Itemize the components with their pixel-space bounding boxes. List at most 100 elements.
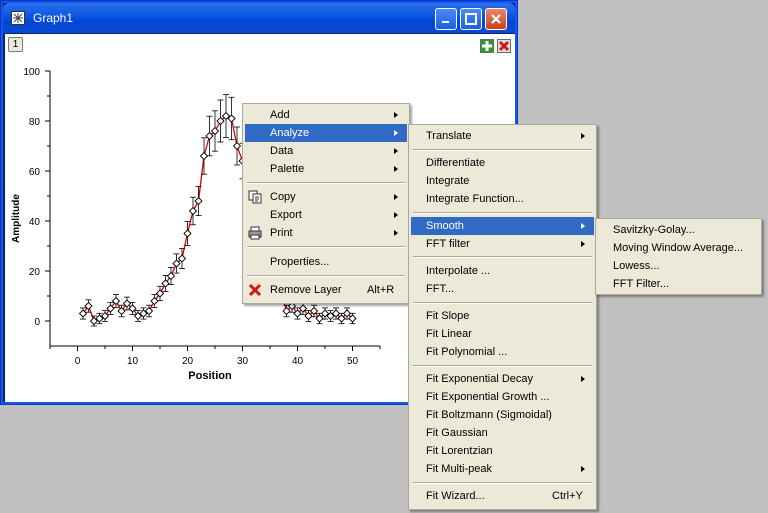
- menu-item-translate[interactable]: Translate: [411, 127, 594, 145]
- menu-item-export[interactable]: Export: [245, 206, 407, 224]
- red-x-icon: [248, 283, 262, 297]
- copy-icon: [248, 190, 262, 204]
- menu-item-fit-gaussian[interactable]: Fit Gaussian: [411, 424, 594, 442]
- menu-item-label: FFT...: [426, 283, 455, 295]
- x-axis-title: Position: [188, 370, 232, 382]
- menu-item-fit-wizard[interactable]: Fit Wizard... Ctrl+Y: [411, 487, 594, 505]
- data-point: [199, 151, 209, 161]
- menu-item-fit-lorentzian[interactable]: Fit Lorentzian: [411, 442, 594, 460]
- context-menu: Add Analyze Data Palette Copy Export Pri…: [242, 103, 410, 304]
- submenu-arrow-icon: [581, 223, 585, 229]
- x-tick-label: 40: [292, 356, 304, 367]
- menu-item-label: Fit Slope: [426, 310, 470, 322]
- close-button[interactable]: [485, 8, 507, 30]
- menu-item-data[interactable]: Data: [245, 142, 407, 160]
- submenu-arrow-icon: [394, 148, 398, 154]
- menu-separator: [247, 275, 405, 277]
- graph-app-icon: [11, 11, 25, 25]
- menu-item-label: Copy: [270, 191, 296, 203]
- menu-separator: [247, 182, 405, 184]
- menu-item-label: Differentiate: [426, 157, 486, 169]
- x-tick-label: 0: [75, 356, 81, 367]
- data-point: [188, 206, 198, 216]
- menu-item-fft-filter[interactable]: FFT filter: [411, 235, 594, 253]
- submenu-arrow-icon: [394, 130, 398, 136]
- menu-separator: [413, 482, 592, 484]
- x-tick-label: 10: [127, 356, 139, 367]
- menu-item-label: Integrate Function...: [426, 193, 524, 205]
- submenu-arrow-icon: [394, 112, 398, 118]
- data-point: [194, 196, 203, 206]
- menu-item-savitzky-golay[interactable]: Savitzky-Golay...: [598, 221, 759, 239]
- menu-item-label: Fit Polynomial ...: [426, 346, 508, 358]
- menu-separator: [413, 302, 592, 304]
- menu-item-label: Fit Boltzmann (Sigmoidal): [426, 409, 552, 421]
- menu-item-label: Lowess...: [613, 260, 660, 272]
- menu-item-fit-boltzmann[interactable]: Fit Boltzmann (Sigmoidal): [411, 406, 594, 424]
- menu-item-fit-slope[interactable]: Fit Slope: [411, 307, 594, 325]
- menu-item-label: Data: [270, 145, 294, 157]
- menu-item-label: Translate: [426, 130, 472, 142]
- menu-item-fft-filter-smooth[interactable]: FFT Filter...: [598, 275, 759, 293]
- submenu-arrow-icon: [394, 194, 398, 200]
- printer-icon: [248, 226, 262, 240]
- menu-separator: [413, 212, 592, 214]
- x-tick-label: 20: [182, 356, 194, 367]
- menu-item-lowess[interactable]: Lowess...: [598, 257, 759, 275]
- menu-separator: [413, 365, 592, 367]
- menu-item-add[interactable]: Add: [245, 106, 407, 124]
- analyze-submenu: Translate Differentiate Integrate Integr…: [408, 124, 597, 510]
- menu-item-label: Integrate: [426, 175, 470, 187]
- menu-item-label: Fit Lorentzian: [426, 445, 493, 457]
- y-axis-title: Amplitude: [11, 194, 22, 243]
- menu-item-properties[interactable]: Properties...: [245, 253, 407, 271]
- menu-item-label: Fit Exponential Growth ...: [426, 391, 550, 403]
- y-tick-label: 20: [29, 267, 41, 278]
- menu-item-fit-linear[interactable]: Fit Linear: [411, 325, 594, 343]
- menu-item-differentiate[interactable]: Differentiate: [411, 154, 594, 172]
- menu-item-fit-multi-peak[interactable]: Fit Multi-peak: [411, 460, 594, 478]
- menu-item-label: Palette: [270, 163, 305, 175]
- menu-item-label: Print: [270, 227, 293, 239]
- y-tick-label: 0: [34, 317, 40, 328]
- menu-item-label: Remove Layer: [270, 284, 342, 296]
- menu-item-fit-exponential-growth[interactable]: Fit Exponential Growth ...: [411, 388, 594, 406]
- menu-item-interpolate[interactable]: Interpolate ...: [411, 262, 594, 280]
- close-icon: [491, 14, 501, 24]
- y-tick-label: 100: [23, 67, 40, 78]
- menu-shortcut: Alt+R: [367, 284, 395, 296]
- submenu-arrow-icon: [581, 133, 585, 139]
- menu-item-label: Add: [270, 109, 290, 121]
- title-bar[interactable]: Graph1: [3, 3, 515, 33]
- menu-item-label: Properties...: [270, 256, 330, 268]
- menu-item-remove-layer[interactable]: Remove Layer Alt+R: [245, 281, 407, 299]
- menu-item-smooth[interactable]: Smooth: [411, 217, 594, 235]
- submenu-arrow-icon: [394, 230, 398, 236]
- menu-separator: [413, 256, 592, 258]
- submenu-arrow-icon: [394, 212, 398, 218]
- menu-item-integrate-function[interactable]: Integrate Function...: [411, 190, 594, 208]
- menu-item-fit-exponential-decay[interactable]: Fit Exponential Decay: [411, 370, 594, 388]
- data-point: [232, 141, 242, 151]
- menu-item-label: FFT Filter...: [613, 278, 670, 290]
- smooth-submenu: Savitzky-Golay... Moving Window Average.…: [595, 218, 762, 295]
- minimize-button[interactable]: [435, 8, 457, 30]
- menu-item-label: Fit Linear: [426, 328, 472, 340]
- y-tick-label: 80: [29, 117, 41, 128]
- menu-item-moving-window-average[interactable]: Moving Window Average...: [598, 239, 759, 257]
- menu-item-fft[interactable]: FFT...: [411, 280, 594, 298]
- menu-item-print[interactable]: Print: [245, 224, 407, 242]
- window-title: Graph1: [33, 11, 74, 25]
- menu-item-analyze[interactable]: Analyze: [245, 124, 407, 142]
- menu-separator: [247, 246, 405, 248]
- menu-item-palette[interactable]: Palette: [245, 160, 407, 178]
- maximize-icon: [465, 13, 477, 25]
- menu-item-label: Savitzky-Golay...: [613, 224, 695, 236]
- menu-item-label: Interpolate ...: [426, 265, 491, 277]
- menu-item-integrate[interactable]: Integrate: [411, 172, 594, 190]
- menu-separator: [413, 149, 592, 151]
- submenu-arrow-icon: [581, 466, 585, 472]
- menu-item-fit-polynomial[interactable]: Fit Polynomial ...: [411, 343, 594, 361]
- menu-item-copy[interactable]: Copy: [245, 188, 407, 206]
- maximize-button[interactable]: [460, 8, 482, 30]
